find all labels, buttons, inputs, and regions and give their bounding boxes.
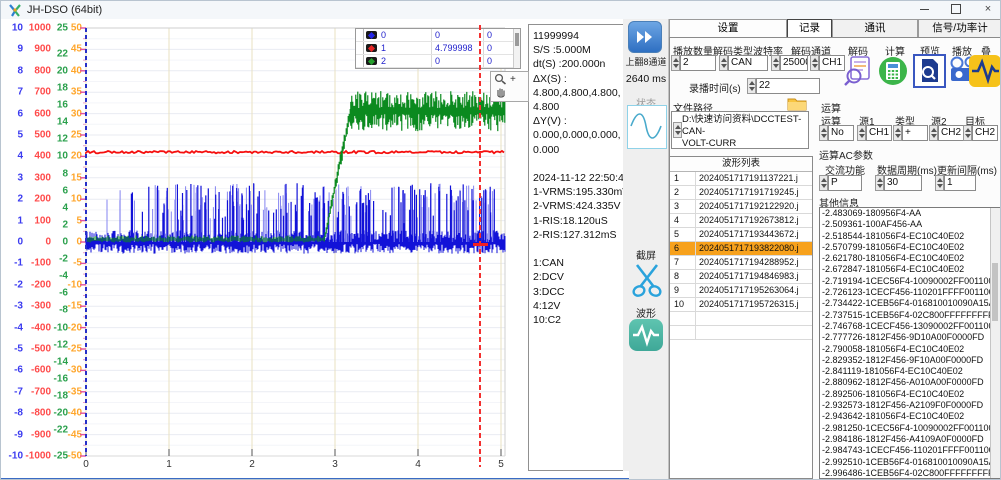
cursor-cross-marker (473, 243, 488, 246)
channel-0-icon (366, 31, 377, 39)
zoom-in-tool[interactable]: + (491, 72, 528, 86)
legend-channel: 1 (378, 42, 432, 54)
legend-value-1: 4.799998 (432, 42, 484, 54)
pan-tool[interactable] (491, 86, 528, 99)
legend-channel: 2 (378, 55, 432, 67)
legend-scrollbar[interactable] (513, 29, 520, 68)
bottom-collapsed-panel[interactable] (1, 471, 629, 480)
zoom-plus-label: + (510, 74, 516, 85)
measure-cursor-line[interactable] (479, 25, 481, 467)
legend-row[interactable]: 2 0 0 (356, 55, 520, 68)
legend-value-1: 0 (432, 29, 484, 41)
hand-icon (495, 86, 507, 98)
channel-2-icon (366, 57, 377, 65)
channel-1-icon (366, 44, 377, 52)
legend-channel: 0 (378, 29, 432, 41)
plot-tool-box: + (490, 71, 529, 102)
legend-row-partial (356, 68, 520, 69)
channel-legend[interactable]: 0 0 0 1 4.799998 0 2 0 0 (355, 28, 521, 69)
left-cursor-line[interactable] (85, 28, 87, 456)
legend-row[interactable]: 0 0 0 (356, 29, 520, 42)
magnifier-icon (494, 73, 507, 85)
app-window: JH-DSO (64bit) × 109876543210-1-2-3-4-5-… (0, 0, 1001, 480)
legend-value-1: 0 (432, 55, 484, 67)
legend-row[interactable]: 1 4.799998 0 (356, 42, 520, 55)
